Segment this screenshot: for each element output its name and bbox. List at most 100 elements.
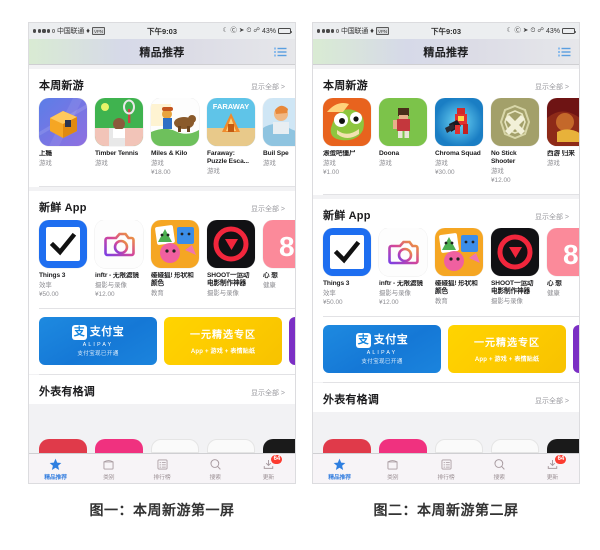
ranking-list-icon [440,457,453,471]
app-icon-things3[interactable] [39,219,87,268]
wishlist-icon[interactable] [558,47,571,57]
app-category: 游戏 [379,159,392,167]
tab-rankings[interactable]: 排行榜 [419,457,472,481]
app-cell[interactable]: 滚蛋吧僵尸 游戏 ¥1.00 [323,98,371,185]
tab-featured[interactable]: 精品推荐 [29,457,82,481]
app-cell[interactable]: inftr - 无限滤镜 摄影与录像 ¥12.00 [95,219,143,299]
banner-one-yuan[interactable]: 一元精选专区 App + 游戏 + 表情贴纸 [164,316,282,365]
app-icon-miles-kilo[interactable] [151,98,199,146]
app-icon-pinkfong[interactable] [151,219,199,268]
app-cell-clipped[interactable]: Buil Spe 游戏 [263,98,295,177]
tab-search[interactable]: 搜索 [189,457,242,481]
show-all-link[interactable]: 显示全部 > [251,82,285,92]
app-cell[interactable]: SHOOT一运动电影制作神器 摄影与录像 [491,227,539,307]
app-icon-shoot[interactable] [491,227,539,276]
banner-train-clipped[interactable] [289,316,295,365]
app-category: 健康 [263,281,276,289]
app-icon-gundanba-zombie[interactable] [323,98,371,146]
app-name: Faraway: Puzzle Esca... [207,150,249,166]
app-icon-timber-tennis[interactable] [95,98,143,146]
app-icon-shoot[interactable] [207,219,255,268]
tab-updates[interactable]: 64 更新 [526,455,579,481]
section-header: 本周新游 显示全部 > [313,69,579,98]
app-icon-doona[interactable] [379,98,427,146]
app-cell[interactable]: SHOOT一运动电影制作神器 摄影与录像 [207,219,255,299]
svg-text:8: 8 [563,239,579,270]
show-all-link[interactable]: 显示全部 > [535,212,569,222]
show-all-link[interactable]: 显示全部 > [535,82,569,92]
app-icon-inftr[interactable] [379,227,427,276]
app-cell[interactable]: FARAWAY Faraway: Puzzle Esca... 游戏 [207,98,255,177]
app-icon-shangyin[interactable] [39,98,87,146]
app-carousel[interactable]: 上瘾 游戏 Timber Tennis 游戏 Miles & Kilo 游戏 ¥… [29,98,295,187]
app-cell[interactable]: 碰碰狐! 形状和颜色 教育 [151,219,199,299]
app-cell-clipped[interactable]: 8 心 想 健康 [547,227,579,307]
tab-categories[interactable]: 类别 [82,457,135,481]
figure-caption: 图一：本周新游第一屏 [89,502,235,518]
comparison-figure-page: 中国联通 ♦ VPN 下午9:03 ☾ Ⓒ ➤ ⏲ ☍ 43% 精品推荐 本周新… [0,0,600,550]
banner-train-clipped[interactable] [573,324,579,373]
scroll-content[interactable]: 本周新游 显示全部 > [313,69,579,483]
app-cell[interactable]: Things 3 效率 ¥50.00 [323,227,371,307]
app-carousel[interactable]: Things 3 效率 ¥50.00 inftr - 无限滤镜 摄影与录像 ¥1… [313,227,579,317]
section-title: 外表有格调 [323,393,379,406]
app-price: ¥18.00 [151,168,171,176]
section-title: 新鲜 App [39,201,87,214]
tab-search[interactable]: 搜索 [473,457,526,481]
show-all-link[interactable]: 显示全部 > [535,396,569,406]
star-icon [333,457,346,471]
wishlist-icon[interactable] [274,47,287,57]
app-name: 西游 归来 [547,150,575,157]
tab-rankings[interactable]: 排行榜 [135,457,188,481]
app-cell[interactable]: No Stick Shooter 游戏 ¥12.00 [491,98,539,185]
app-icon-inftr[interactable] [95,219,143,268]
show-all-link[interactable]: 显示全部 > [251,388,285,398]
page-title: 精品推荐 [139,46,185,59]
app-cell[interactable]: Timber Tennis 游戏 [95,98,143,177]
app-price: ¥30.00 [435,168,455,176]
tab-categories[interactable]: 类别 [366,457,419,481]
show-all-link[interactable]: 显示全部 > [251,204,285,214]
app-icon-builder-clipped[interactable] [263,98,295,146]
app-icon-chroma-squad[interactable] [435,98,483,146]
promo-banner-carousel[interactable]: 支 支付宝 ALIPAY 支付宝现已开通 一元精选专区 App + 游戏 + 表… [313,316,579,382]
app-cell-clipped[interactable]: 西游 归来 游戏 [547,98,579,185]
app-cell[interactable]: inftr - 无限滤镜 摄影与录像 ¥12.00 [379,227,427,307]
partially-visible-app-icons [313,439,579,453]
app-price: ¥12.00 [379,298,399,306]
banner-alipay[interactable]: 支 支付宝 ALIPAY 支付宝现已开通 [39,316,157,365]
app-icon-health-clipped[interactable]: 8 [263,219,295,268]
promo-banner-carousel[interactable]: 支 支付宝 ALIPAY 支付宝现已开通 一元精选专区 App + 游戏 + 表… [29,308,295,374]
tab-updates[interactable]: 64 更新 [242,455,295,481]
banner-alipay[interactable]: 支 支付宝 ALIPAY 支付宝现已开通 [323,324,441,373]
app-category: 游戏 [547,159,560,167]
app-cell-clipped[interactable]: 8 心 想 健康 [263,219,295,299]
scroll-content[interactable]: 本周新游 显示全部 > [29,69,295,483]
tab-featured[interactable]: 精品推荐 [313,457,366,481]
app-cell[interactable]: Chroma Squad 游戏 ¥30.00 [435,98,483,185]
banner-one-yuan[interactable]: 一元精选专区 App + 游戏 + 表情贴纸 [448,324,566,373]
app-icon-xiyou-clipped[interactable] [547,98,579,146]
tab-label: 精品推荐 [44,475,67,481]
app-carousel[interactable]: 滚蛋吧僵尸 游戏 ¥1.00 Doona 游戏 Chroma Squad 游戏 … [313,98,579,195]
app-category: 游戏 [95,159,108,167]
app-cell[interactable]: Doona 游戏 [379,98,427,185]
section-style-header: 外表有格调 显示全部 > [313,382,579,412]
app-category: 游戏 [435,159,448,167]
app-icon-things3[interactable] [323,227,371,276]
alipay-subtitle-en: ALIPAY [366,349,398,356]
app-icon-no-stick-shooter[interactable] [491,98,539,146]
phone-screenshot-two: 中国联通 ♦ VPN 下午9:03 ☾ Ⓒ ➤ ⏲ ☍ 43% 精品推荐 本周新… [312,22,580,484]
app-icon-pinkfong[interactable] [435,227,483,276]
app-cell[interactable]: 碰碰狐! 形状和颜色 教育 [435,227,483,307]
app-cell[interactable]: Things 3 效率 ¥50.00 [39,219,87,299]
app-name: SHOOT一运动电影制作神器 [207,271,250,288]
search-icon [493,457,506,471]
status-clock: 下午9:03 [146,26,177,36]
app-name: 碰碰狐! 形状和颜色 [435,279,478,296]
app-icon-health-clipped[interactable]: 8 [547,227,579,276]
app-cell[interactable]: Miles & Kilo 游戏 ¥18.00 [151,98,199,177]
app-icon-faraway[interactable]: FARAWAY [207,98,255,146]
app-cell[interactable]: 上瘾 游戏 [39,98,87,177]
app-carousel[interactable]: Things 3 效率 ¥50.00 inftr - 无限滤镜 摄影与录像 ¥1… [29,219,295,309]
